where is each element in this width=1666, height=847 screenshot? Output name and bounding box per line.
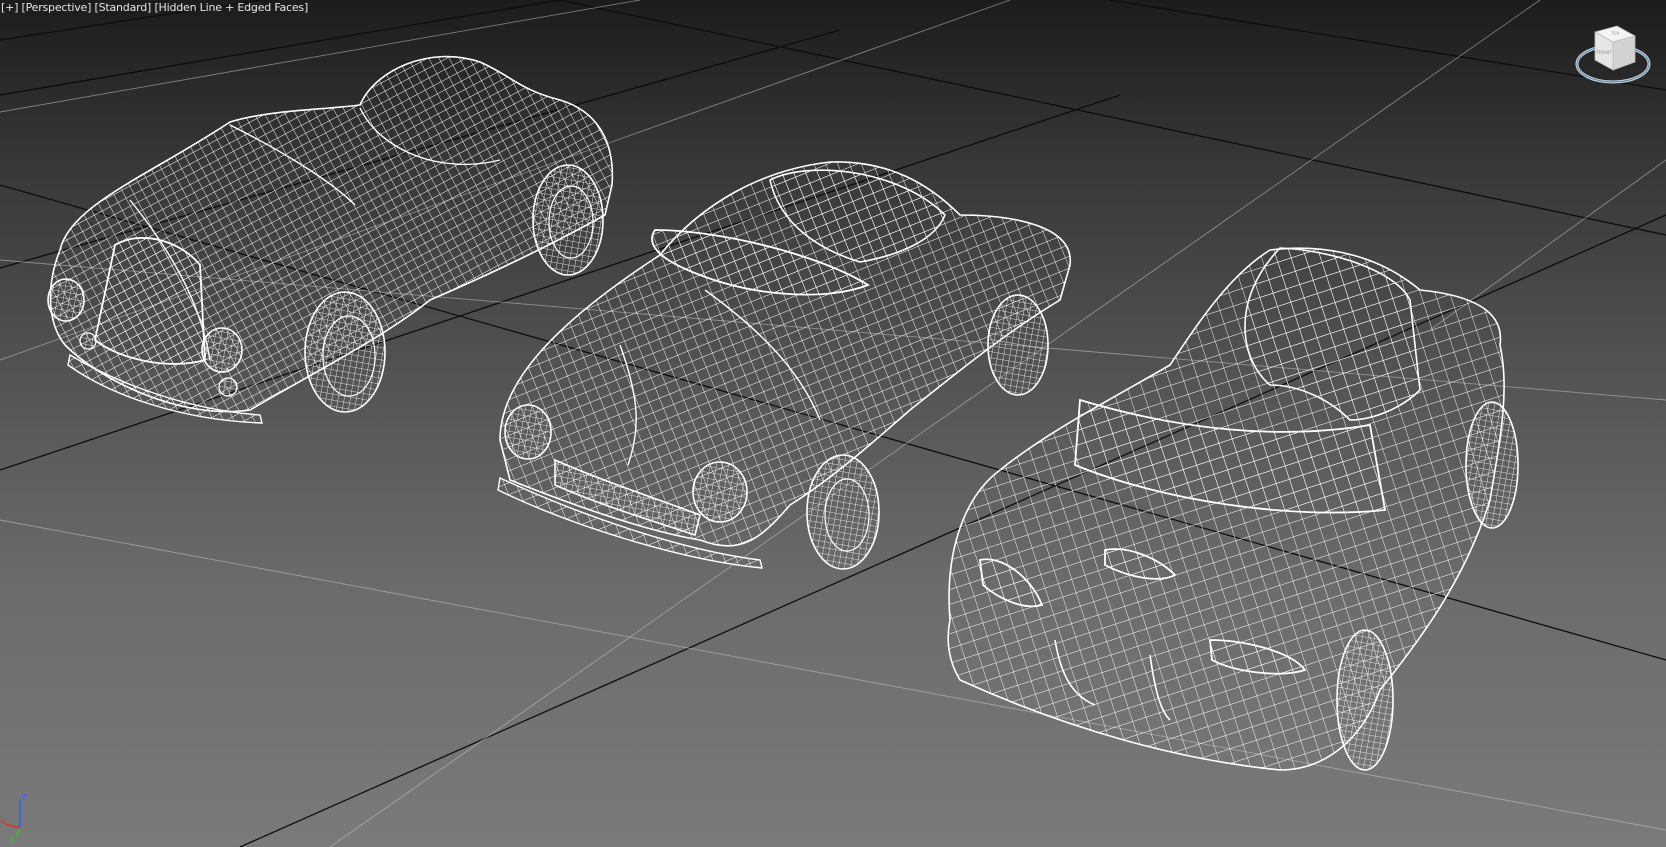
viewport-label-bar: [+] [Perspective] [Standard] [Hidden Lin… bbox=[0, 0, 308, 16]
viewport-menu-plus[interactable]: [+] bbox=[1, 1, 18, 14]
axis-tripod: z x y bbox=[0, 792, 27, 842]
axis-y-label: y bbox=[10, 834, 16, 842]
viewcube-front-text: FRONT bbox=[1596, 50, 1612, 56]
viewcube-top-text: TOP bbox=[1610, 31, 1620, 36]
viewport-shading-label[interactable]: [Hidden Line + Edged Faces] bbox=[154, 1, 308, 14]
perspective-viewport[interactable]: [+] [Perspective] [Standard] [Hidden Lin… bbox=[0, 0, 1666, 847]
axis-z-label: z bbox=[22, 792, 27, 802]
viewport-standard-label[interactable]: [Standard] bbox=[95, 1, 152, 14]
scene-canvas[interactable] bbox=[0, 0, 1666, 847]
viewcube-right-face[interactable] bbox=[1612, 35, 1636, 71]
viewport-point-of-view-label[interactable]: [Perspective] bbox=[22, 1, 92, 14]
axis-x-label: x bbox=[0, 817, 6, 827]
viewcube[interactable]: TOP FRONT bbox=[1575, 22, 1655, 90]
